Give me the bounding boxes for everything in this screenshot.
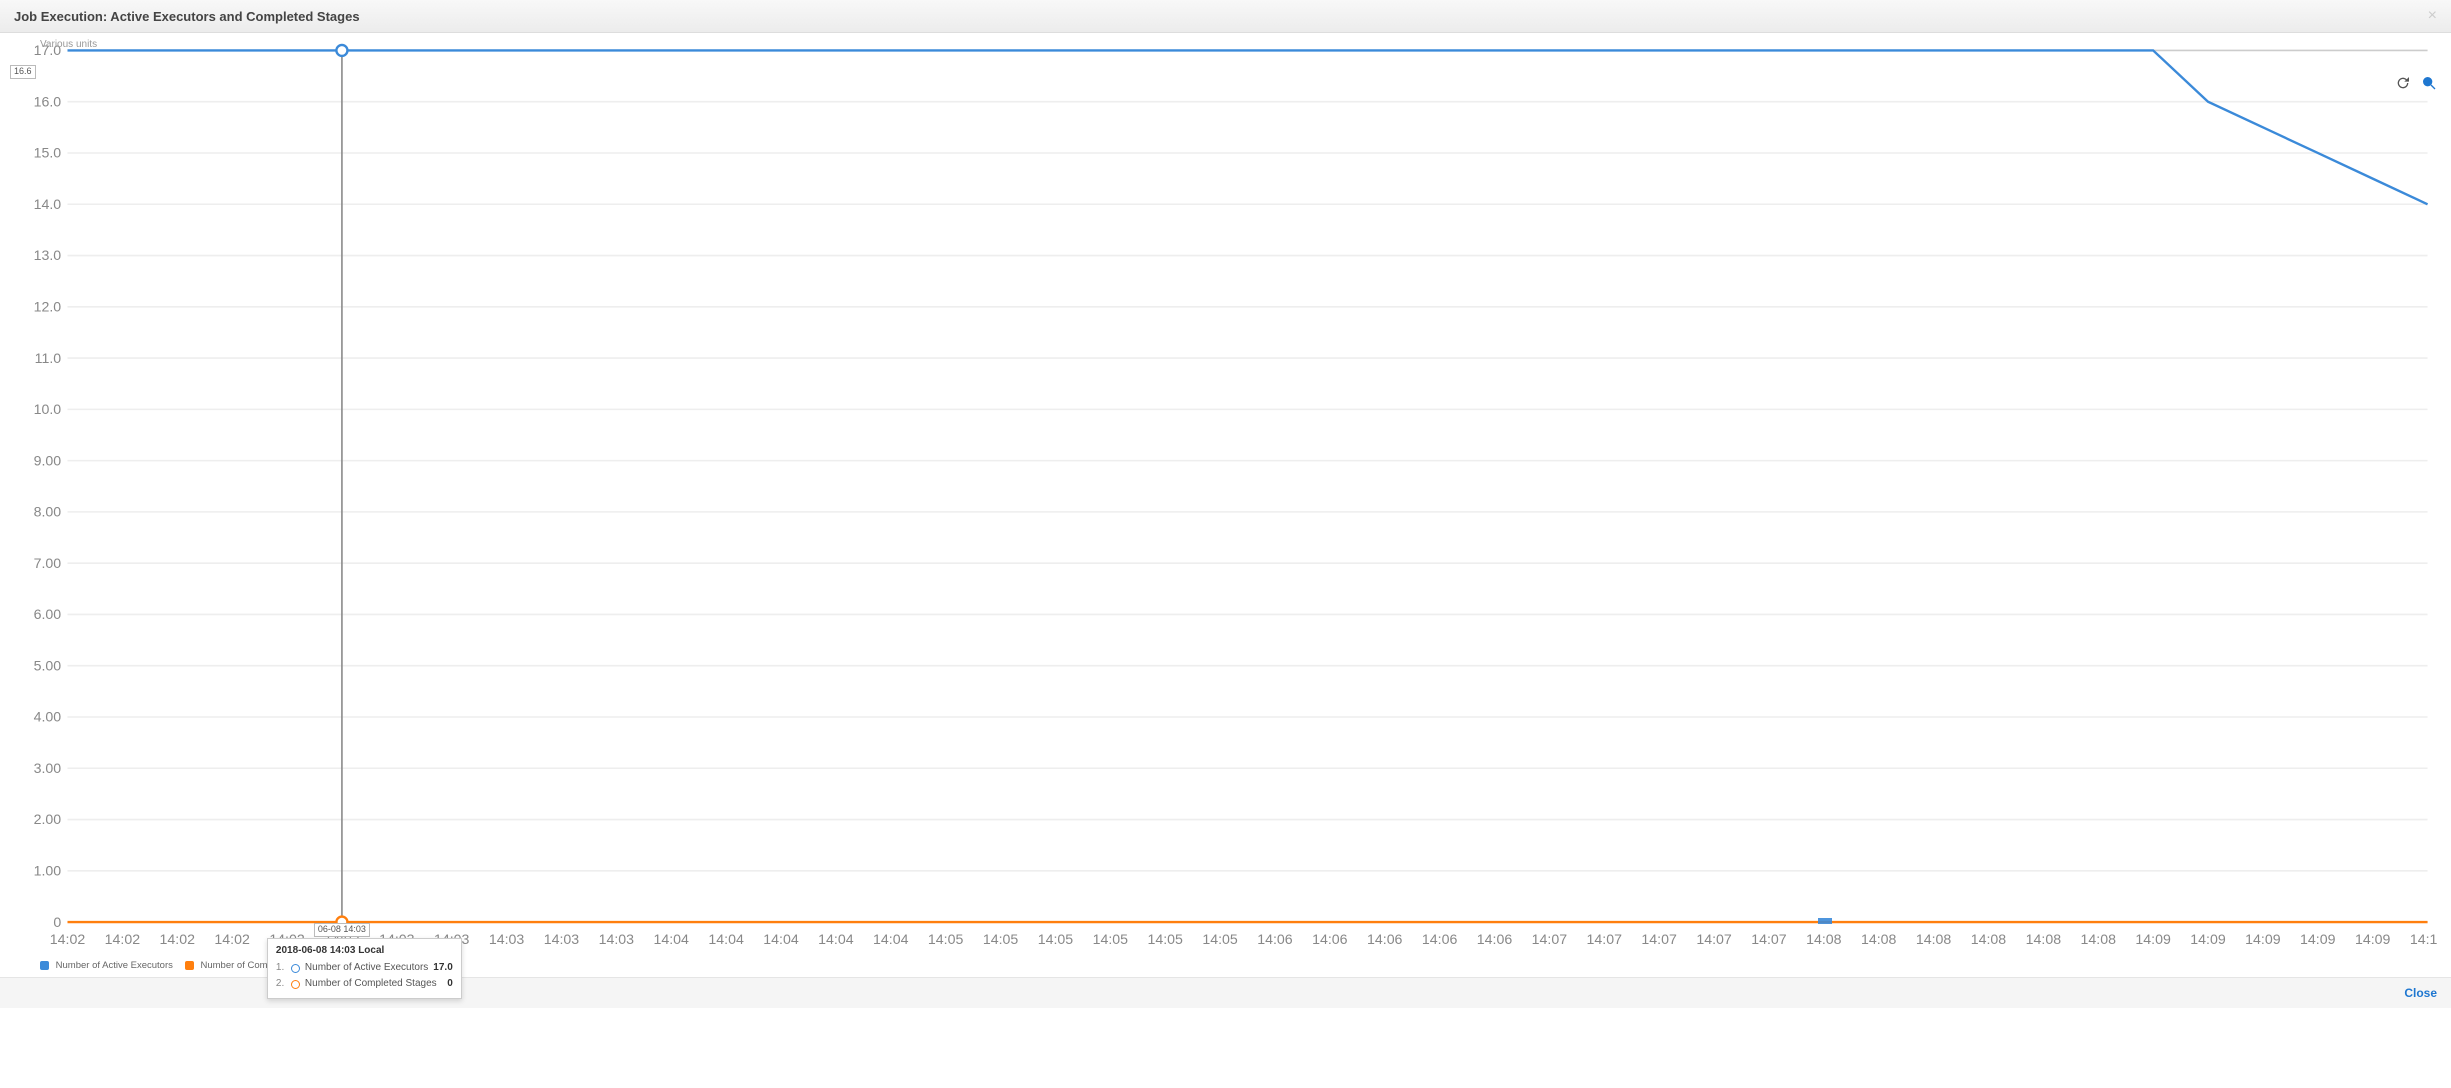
svg-text:14:08: 14:08	[1806, 932, 1842, 948]
svg-text:10.0: 10.0	[34, 402, 62, 418]
modal-title: Job Execution: Active Executors and Comp…	[14, 9, 360, 24]
tooltip-idx: 2.	[276, 976, 286, 992]
svg-text:14:07: 14:07	[1587, 932, 1623, 948]
svg-text:4.00: 4.00	[34, 710, 62, 726]
modal-header: Job Execution: Active Executors and Comp…	[0, 0, 2451, 33]
svg-text:14:06: 14:06	[1367, 932, 1403, 948]
circle-icon	[291, 964, 300, 973]
svg-text:14:07: 14:07	[1751, 932, 1787, 948]
svg-text:9.00: 9.00	[34, 453, 62, 469]
svg-text:14:09: 14:09	[2245, 932, 2281, 948]
svg-text:14:07: 14:07	[1641, 932, 1677, 948]
svg-text:3.00: 3.00	[34, 761, 62, 777]
circle-icon	[291, 980, 300, 989]
svg-text:5.00: 5.00	[34, 658, 62, 674]
svg-text:7.00: 7.00	[34, 556, 62, 572]
svg-text:14:06: 14:06	[1257, 932, 1293, 948]
close-icon[interactable]: ×	[2428, 8, 2437, 24]
svg-text:15.0: 15.0	[34, 146, 62, 162]
legend-item[interactable]: Number of Active Executors	[40, 960, 173, 971]
x-hover-value: 06-08 14:03	[314, 923, 370, 937]
y-hover-value: 16.6	[10, 65, 36, 79]
svg-text:14:08: 14:08	[2081, 932, 2117, 948]
svg-text:14:02: 14:02	[214, 932, 250, 948]
svg-text:14:07: 14:07	[1696, 932, 1732, 948]
legend-label: Number of Active Executors	[56, 960, 173, 971]
svg-text:14.0: 14.0	[34, 197, 62, 213]
close-button[interactable]: Close	[2404, 986, 2437, 1000]
svg-text:14:07: 14:07	[1532, 932, 1568, 948]
svg-text:16.0: 16.0	[34, 94, 62, 110]
legend-swatch	[185, 961, 194, 970]
svg-text:14:03: 14:03	[489, 932, 525, 948]
svg-text:14:02: 14:02	[50, 932, 86, 948]
svg-text:14:02: 14:02	[105, 932, 141, 948]
legend-swatch	[40, 961, 49, 970]
svg-text:11.0: 11.0	[35, 351, 62, 367]
svg-text:14:08: 14:08	[1971, 932, 2007, 948]
tooltip-row: 1. Number of Active Executors 17.0	[276, 960, 453, 976]
svg-text:14:04: 14:04	[708, 932, 744, 948]
tooltip-title: 2018-06-08 14:03 Local	[276, 945, 453, 956]
tooltip-idx: 1.	[276, 960, 286, 976]
tooltip-value: 17.0	[433, 960, 452, 976]
svg-text:14:03: 14:03	[599, 932, 635, 948]
svg-text:13.0: 13.0	[34, 248, 62, 264]
chart-toolbar	[2395, 75, 2437, 94]
svg-text:14:09: 14:09	[2355, 932, 2391, 948]
svg-text:14:09: 14:09	[2190, 932, 2226, 948]
svg-text:14:05: 14:05	[1202, 932, 1238, 948]
svg-text:14:04: 14:04	[818, 932, 854, 948]
svg-text:12.0: 12.0	[34, 300, 62, 316]
svg-text:14:10: 14:10	[2410, 932, 2437, 948]
svg-text:14:05: 14:05	[928, 932, 964, 948]
refresh-icon[interactable]	[2395, 75, 2411, 94]
svg-text:14:05: 14:05	[1038, 932, 1074, 948]
svg-text:14:05: 14:05	[983, 932, 1019, 948]
svg-text:14:05: 14:05	[1147, 932, 1183, 948]
svg-text:14:06: 14:06	[1477, 932, 1513, 948]
svg-text:6.00: 6.00	[34, 607, 62, 623]
svg-text:1.00: 1.00	[34, 864, 62, 880]
tooltip-series-name: Number of Active Executors	[305, 960, 428, 976]
svg-text:14:04: 14:04	[873, 932, 909, 948]
svg-text:14:03: 14:03	[544, 932, 580, 948]
svg-text:14:02: 14:02	[160, 932, 196, 948]
svg-text:14:06: 14:06	[1422, 932, 1458, 948]
svg-text:8.00: 8.00	[34, 505, 62, 521]
svg-text:0: 0	[53, 915, 61, 931]
tooltip-row: 2. Number of Completed Stages 0	[276, 976, 453, 992]
hover-tooltip: 2018-06-08 14:03 Local 1. Number of Acti…	[267, 938, 462, 999]
svg-text:14:08: 14:08	[1916, 932, 1952, 948]
zoom-icon[interactable]	[2421, 75, 2437, 94]
tooltip-series-name: Number of Completed Stages	[305, 976, 437, 992]
tooltip-value: 0	[447, 976, 453, 992]
svg-text:14:04: 14:04	[654, 932, 690, 948]
svg-text:14:05: 14:05	[1093, 932, 1129, 948]
svg-text:14:04: 14:04	[763, 932, 799, 948]
svg-text:14:06: 14:06	[1312, 932, 1348, 948]
svg-text:14:09: 14:09	[2135, 932, 2171, 948]
chart-plot[interactable]: 0 1.00 2.00 3.00 4.00 5.00 6.00 7.00 8.00 9.00 10.…	[14, 41, 2437, 954]
svg-text:14:08: 14:08	[1861, 932, 1897, 948]
svg-text:14:09: 14:09	[2300, 932, 2336, 948]
svg-text:2.00: 2.00	[34, 812, 62, 828]
svg-text:14:08: 14:08	[2026, 932, 2062, 948]
chart-container: Various units 0 1.00 2.00 3.00 4.00 5.00 6.00 7…	[0, 33, 2451, 958]
y-axis-title: Various units	[40, 39, 97, 50]
overview-bar	[1818, 918, 1832, 924]
